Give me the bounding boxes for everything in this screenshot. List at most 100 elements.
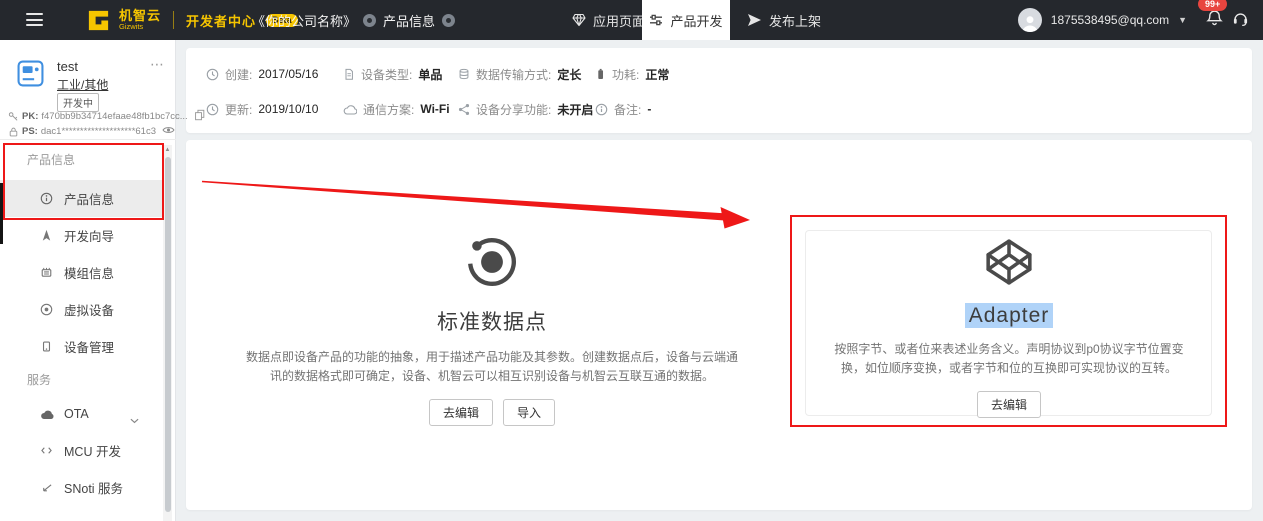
support-headset[interactable] (1232, 10, 1249, 31)
product-device-icon (17, 60, 44, 92)
avatar[interactable] (1017, 8, 1042, 32)
product-summary-panel: 创建: 2017/05/16 设备类型: 单品 数据传输方式: 定长 功耗: 正… (186, 48, 1252, 133)
black-edge-bar (0, 183, 3, 244)
tab-product-development[interactable]: 产品开发 (642, 0, 730, 40)
chevron-down-icon[interactable] (130, 411, 139, 429)
sidebar-item-label: MCU 开发 (64, 445, 121, 459)
copy-icon[interactable] (194, 109, 205, 124)
device-type-info: 设备类型: 单品 (343, 64, 442, 84)
product-category-link[interactable]: 工业/其他 (57, 76, 108, 93)
sidebar-item-label: 设备管理 (64, 341, 115, 355)
sliders-icon (650, 14, 663, 26)
headset-icon (1233, 12, 1248, 26)
notification-bell[interactable]: 99+ (1198, 0, 1228, 31)
info-icon (595, 103, 608, 115)
sidebar-menu: 产品信息 产品信息 开发向导 模组信息 虚拟设备 设备管理 服务 OTA MCU… (0, 140, 176, 506)
sidebar-item-label: 模组信息 (64, 267, 115, 281)
product-card: test 工业/其他 开发中 ⋯ PK: f470bb9b34714efaae4… (0, 40, 204, 140)
breadcrumb-page[interactable]: 产品信息 (383, 11, 435, 30)
remark-info: 备注: - (595, 99, 651, 119)
sidebar-item-device-management[interactable]: 设备管理 (0, 328, 163, 365)
power-info: 功耗: 正常 (595, 64, 669, 84)
sidebar-item-snoti[interactable]: SNoti 服务 (0, 469, 163, 506)
logo-text-en: Gizwits (119, 22, 144, 32)
info-label: 设备类型: (361, 67, 413, 82)
pk-value: f470bb9b34714efaae48fb1bc7cc... (41, 111, 188, 122)
developer-center-title: 开发者中心 (186, 13, 257, 29)
info-label: 数据传输方式: (476, 67, 552, 82)
sidebar-item-ota[interactable]: OTA (0, 395, 163, 432)
file-icon (345, 68, 353, 80)
sidebar-item-virtual-device[interactable]: 虚拟设备 (0, 291, 163, 328)
product-switch-icon[interactable] (442, 13, 456, 27)
info-circle-icon (39, 192, 54, 205)
sidebar-item-dev-guide[interactable]: 开发向导 (0, 217, 163, 254)
created-info: 创建: 2017/05/16 (206, 64, 318, 84)
adapter-edit-button[interactable]: 去编辑 (976, 391, 1041, 418)
pk-label: PK: (22, 111, 39, 122)
menu-section-label: 服务 (27, 373, 52, 387)
info-label: 更新: (225, 102, 253, 117)
notification-badge: 99+ (1198, 0, 1228, 11)
eye-icon[interactable] (162, 125, 175, 138)
tab-label: 产品开发 (670, 13, 723, 29)
virtual-device-icon (39, 303, 54, 316)
company-switch-icon[interactable] (363, 13, 377, 27)
rocket-icon (39, 229, 54, 242)
info-value: 2017/05/16 (258, 67, 319, 81)
sidebar-item-label: SNoti 服务 (64, 482, 124, 496)
sidebar-item-label: OTA (64, 406, 89, 421)
ps-value: dac1********************61c3 (40, 126, 156, 137)
codepen-adapter-icon (986, 239, 1032, 285)
device-icon (39, 340, 54, 353)
logo-divider (173, 11, 175, 29)
adapter-card: Adapter 按照字节、或者位来表述业务含义。声明协议到p0协议字节位置变换，… (806, 237, 1212, 418)
ota-cloud-icon (39, 408, 54, 420)
sidebar-item-label: 产品信息 (64, 193, 115, 207)
lock-icon (9, 127, 18, 136)
datapoint-description: 数据点即设备产品的功能的抽象，用于描述产品功能及其参数。创建数据点后，设备与云端… (245, 350, 738, 383)
sidebar-item-product-info[interactable]: 产品信息 (0, 180, 163, 217)
scroll-up-icon[interactable]: ▲ (163, 145, 172, 156)
datapoint-title: 标准数据点 (437, 311, 547, 334)
clock-icon (206, 68, 219, 80)
sidebar-item-label: 开发向导 (64, 230, 115, 244)
ionic-datapoint-icon (468, 238, 516, 286)
hamburger-menu-icon[interactable] (26, 13, 43, 26)
updated-info: 更新: 2019/10/10 (206, 99, 318, 119)
datapoint-import-button[interactable]: 导入 (503, 399, 556, 426)
info-value: 正常 (645, 67, 670, 82)
info-value: 定长 (557, 67, 582, 82)
adapter-description: 按照字节、或者位来表述业务含义。声明协议到p0协议字节位置变换，如位顺序变换，或… (834, 342, 1184, 375)
caret-down-icon[interactable]: ▼ (1178, 15, 1187, 25)
user-email[interactable]: 1875538495@qq.com (1051, 13, 1169, 27)
sidebar-item-mcu-dev[interactable]: MCU 开发 (0, 432, 163, 469)
key-icon (8, 112, 18, 121)
gizwits-logo-icon (88, 10, 109, 30)
battery-icon (598, 68, 604, 79)
more-icon[interactable]: ⋯ (150, 56, 165, 73)
comm-scheme-info: 通信方案: Wi-Fi (343, 99, 450, 119)
datapoint-card: 标准数据点 数据点即设备产品的功能的抽象，用于描述产品功能及其参数。创建数据点后… (212, 235, 772, 426)
info-value: 未开启 (557, 102, 594, 117)
menu-section-label: 产品信息 (27, 153, 76, 167)
product-secret-row: PS: dac1********************61c3 (8, 125, 175, 138)
info-label: 设备分享功能: (476, 102, 552, 117)
tab-app-pages[interactable]: 应用页面 (572, 0, 645, 40)
scrollbar-thumb[interactable] (164, 157, 171, 512)
breadcrumb-company[interactable]: 《你的公司名称》 (252, 11, 356, 30)
breadcrumb: 《你的公司名称》 产品信息 (252, 0, 456, 40)
info-value: 单品 (418, 67, 443, 82)
share-icon (458, 103, 470, 115)
product-key-row: PK: f470bb9b34714efaae48fb1bc7cc... (8, 109, 205, 124)
product-name: test (57, 59, 78, 74)
info-value: - (647, 102, 652, 116)
product-development-content: 标准数据点 数据点即设备产品的功能的抽象，用于描述产品功能及其参数。创建数据点后… (186, 140, 1252, 510)
gem-icon (572, 13, 586, 27)
sidebar-item-module-info[interactable]: 模组信息 (0, 254, 163, 291)
tab-publish[interactable]: 发布上架 (747, 0, 821, 40)
adapter-title: Adapter (964, 303, 1054, 328)
sidebar-scrollbar[interactable]: ▲ (163, 145, 172, 521)
sidebar-item-label: 虚拟设备 (64, 304, 115, 318)
datapoint-edit-button[interactable]: 去编辑 (428, 399, 493, 426)
